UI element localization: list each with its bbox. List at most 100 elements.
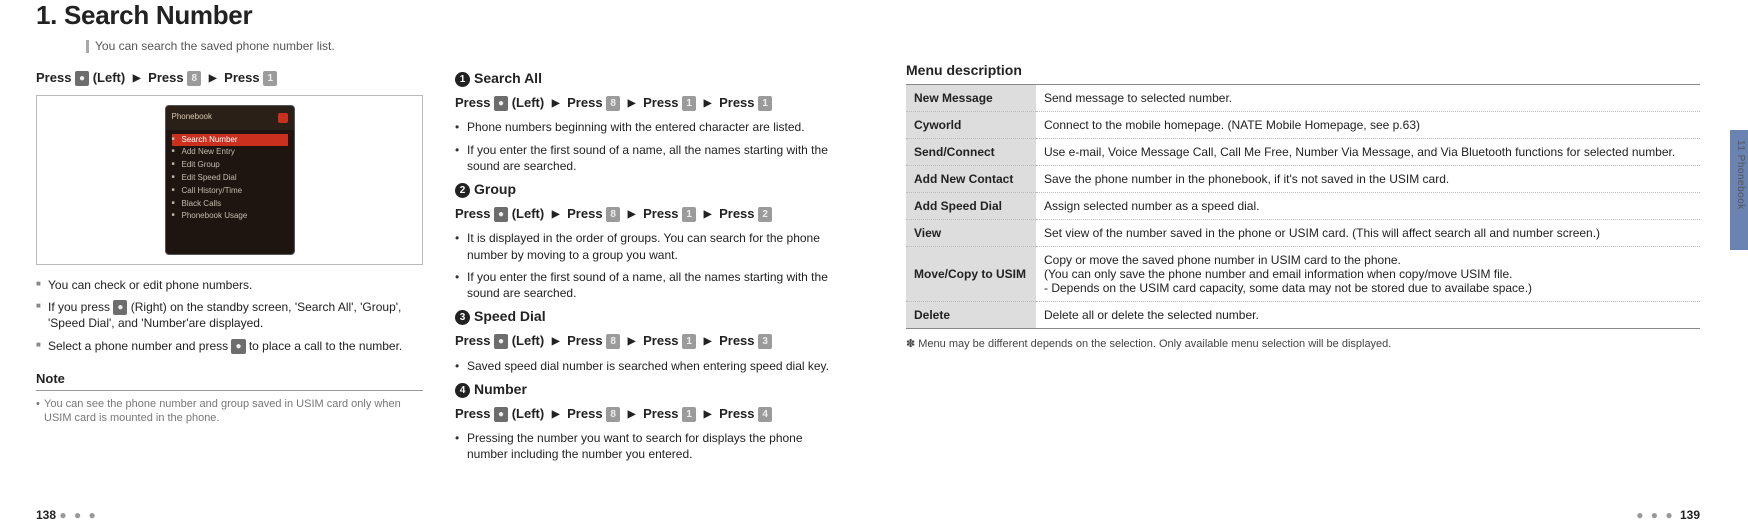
table-head-cell: Send/Connect (906, 139, 1036, 166)
key-icon: 1 (682, 407, 696, 423)
triangle-icon: ▶ (552, 335, 560, 349)
bullet-item: Select a phone number and press ● to pla… (36, 338, 423, 355)
menu-description-heading: Menu description (906, 62, 1700, 78)
table-head-cell: Add New Contact (906, 166, 1036, 193)
dots-icon: ● ● ● (59, 508, 97, 522)
table-row: ViewSet view of the number saved in the … (906, 220, 1700, 247)
key-icon: 3 (758, 334, 772, 350)
table-row: Move/Copy to USIMCopy or move the saved … (906, 247, 1700, 302)
table-cell: Set view of the number saved in the phon… (1036, 220, 1700, 247)
triangle-icon: ▶ (552, 97, 560, 111)
phone-screenshot: Phonebook Search Number Add New Entry Ed… (165, 105, 295, 255)
key-icon: 8 (606, 207, 620, 223)
table-head-cell: Move/Copy to USIM (906, 247, 1036, 302)
page-left: 1. Search Number You can search the save… (0, 0, 874, 532)
triangle-icon: ▶ (552, 208, 560, 222)
info-bullets: It is displayed in the order of groups. … (455, 230, 842, 301)
bullet-item: You can check or edit phone numbers. (36, 277, 423, 293)
column-1: Press ● (Left) ▶ Press 8 ▶ Press 1 Phone… (36, 63, 423, 469)
key-icon: ● (494, 207, 508, 223)
press-word: Press (224, 70, 259, 85)
menu-item: Edit Group (172, 159, 288, 172)
table-cell: Assign selected number as a speed dial. (1036, 193, 1700, 220)
subsection-heading: 3Speed Dial (455, 307, 842, 326)
press-sequence: Press ● (Left) ▶ Press 8 ▶ Press 1 ▶ Pre… (455, 94, 842, 112)
bullet-item: If you enter the first sound of a name, … (455, 269, 842, 301)
page-number-value: 139 (1680, 508, 1700, 522)
triangle-icon: ▶ (704, 97, 712, 111)
logo-icon (278, 113, 288, 123)
triangle-icon: ▶ (628, 408, 636, 422)
bullet-item: Pressing the number you want to search f… (455, 430, 842, 462)
table-head-cell: Add Speed Dial (906, 193, 1036, 220)
press-sequence: Press ● (Left) ▶ Press 8 ▶ Press 1 ▶ Pre… (455, 205, 842, 223)
info-bullets: Phone numbers beginning with the entered… (455, 119, 842, 174)
text: to place a call to the number. (246, 339, 403, 353)
triangle-icon: ▶ (628, 208, 636, 222)
text: If you press (48, 300, 113, 314)
press-word: Press (36, 70, 71, 85)
number-circle-icon: 4 (455, 383, 470, 398)
key-icon: 1 (263, 71, 277, 87)
key-icon: 8 (606, 96, 620, 112)
table-cell: Use e-mail, Voice Message Call, Call Me … (1036, 139, 1700, 166)
key-icon: 1 (758, 96, 772, 112)
key-icon: 1 (682, 96, 696, 112)
subsection-heading: 4Number (455, 380, 842, 399)
key-icon: 4 (758, 407, 772, 423)
key-icon: 2 (758, 207, 772, 223)
bullet-item: Phone numbers beginning with the entered… (455, 119, 842, 135)
table-row: New MessageSend message to selected numb… (906, 85, 1700, 112)
key-icon: ● (494, 407, 508, 423)
page-title: 1. Search Number (36, 0, 842, 31)
number-circle-icon: 2 (455, 183, 470, 198)
table-cell: Copy or move the saved phone number in U… (1036, 247, 1700, 302)
triangle-icon: ▶ (704, 208, 712, 222)
table-cell: Send message to selected number. (1036, 85, 1700, 112)
screenshot-frame: Phonebook Search Number Add New Entry Ed… (36, 95, 423, 265)
subsection-heading: 1Search All (455, 69, 842, 88)
table-row: Add New ContactSave the phone number in … (906, 166, 1700, 193)
section-tab-label: 11 Phonebook (1735, 140, 1746, 210)
number-circle-icon: 1 (455, 72, 470, 87)
menu-item: Call History/Time (172, 185, 288, 198)
triangle-icon: ▶ (704, 335, 712, 349)
press-sequence-main: Press ● (Left) ▶ Press 8 ▶ Press 1 (36, 69, 423, 87)
menu-item: Add New Entry (172, 146, 288, 159)
table-cell: Delete all or delete the selected number… (1036, 302, 1700, 329)
press-sequence: Press ● (Left) ▶ Press 8 ▶ Press 1 ▶ Pre… (455, 332, 842, 350)
bullet-item: It is displayed in the order of groups. … (455, 230, 842, 262)
triangle-icon: ▶ (209, 72, 217, 86)
column-2: 1Search All Press ● (Left) ▶ Press 8 ▶ Pr… (455, 63, 842, 469)
menu-item-selected: Search Number (172, 134, 288, 147)
press-sequence: Press ● (Left) ▶ Press 8 ▶ Press 1 ▶ Pre… (455, 405, 842, 423)
triangle-icon: ▶ (704, 408, 712, 422)
subtitle-text: You can search the saved phone number li… (95, 39, 335, 53)
bullet-item: If you enter the first sound of a name, … (455, 142, 842, 174)
table-row: Add Speed DialAssign selected number as … (906, 193, 1700, 220)
key-icon: 8 (606, 407, 620, 423)
table-row: Send/ConnectUse e-mail, Voice Message Ca… (906, 139, 1700, 166)
triangle-icon: ▶ (552, 408, 560, 422)
dots-icon: ● ● ● (1636, 508, 1680, 522)
key-icon: ● (75, 71, 89, 87)
info-bullets: Pressing the number you want to search f… (455, 430, 842, 462)
triangle-icon: ▶ (133, 72, 141, 86)
footnote: ✽ Menu may be different depends on the s… (906, 337, 1700, 350)
text: Select a phone number and press (48, 339, 231, 353)
bar-icon (86, 40, 89, 53)
table-cell: Connect to the mobile homepage. (NATE Mo… (1036, 112, 1700, 139)
table-head-cell: Cyworld (906, 112, 1036, 139)
number-circle-icon: 3 (455, 310, 470, 325)
note-body: You can see the phone number and group s… (36, 397, 423, 427)
triangle-icon: ▶ (628, 335, 636, 349)
table-row: DeleteDelete all or delete the selected … (906, 302, 1700, 329)
table-head-cell: View (906, 220, 1036, 247)
table-cell: Save the phone number in the phonebook, … (1036, 166, 1700, 193)
menu-item: Black Calls (172, 198, 288, 211)
subtitle-row: You can search the saved phone number li… (86, 39, 842, 53)
subsection-heading: 2Group (455, 180, 842, 199)
page-number-right: ● ● ● 139 (1636, 508, 1700, 522)
table-head-cell: Delete (906, 302, 1036, 329)
key-icon: ● (231, 339, 245, 355)
